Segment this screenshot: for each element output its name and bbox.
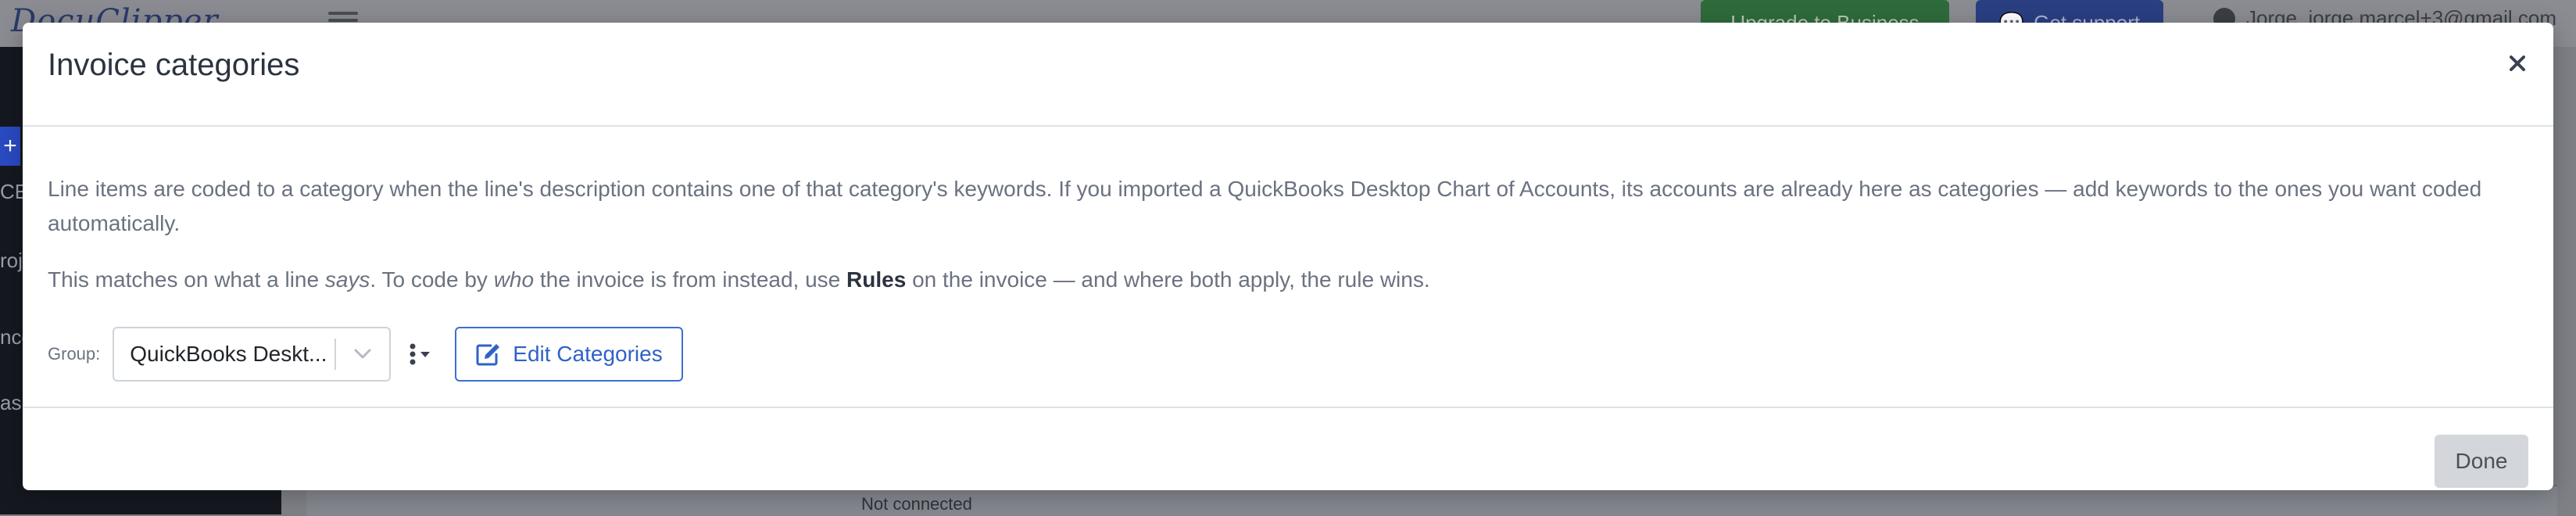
edit-categories-button[interactable]: Edit Categories (455, 327, 683, 382)
group-label: Group: (48, 344, 101, 364)
chevron-down-icon (336, 349, 389, 360)
rules-note-paragraph: This matches on what a line says. To cod… (48, 263, 2525, 297)
more-options-button[interactable] (402, 331, 439, 378)
modal-title: Invoice categories (48, 48, 300, 82)
note-text: the invoice is from instead, use (534, 267, 847, 292)
note-emphasis-who: who (493, 267, 535, 292)
note-emphasis-says: says (324, 267, 370, 292)
note-text: on the invoice — and where both apply, t… (906, 267, 1430, 292)
group-row: Group: QuickBooks Deskt... Edit Categori… (48, 326, 683, 382)
modal-body: Line items are coded to a category when … (23, 127, 2553, 407)
modal-header: Invoice categories (23, 23, 2553, 127)
connection-status: Not connected (861, 494, 972, 514)
group-select[interactable]: QuickBooks Deskt... (113, 327, 392, 382)
modal-footer: Done (23, 407, 2553, 490)
close-icon (2510, 56, 2525, 71)
edit-categories-label: Edit Categories (513, 342, 663, 366)
invoice-categories-modal: Invoice categories Line items are coded … (23, 23, 2553, 490)
close-button[interactable] (2500, 46, 2535, 81)
note-text: . To code by (370, 267, 494, 292)
done-button[interactable]: Done (2435, 435, 2528, 488)
note-text: This matches on what a line (48, 267, 325, 292)
edit-icon (476, 344, 500, 366)
group-select-value: QuickBooks Deskt... (130, 342, 327, 366)
add-icon[interactable]: + (0, 127, 20, 166)
note-rules-bold: Rules (846, 267, 907, 292)
kebab-caret-icon (410, 343, 431, 365)
description-paragraph: Line items are coded to a category when … (48, 177, 2482, 235)
